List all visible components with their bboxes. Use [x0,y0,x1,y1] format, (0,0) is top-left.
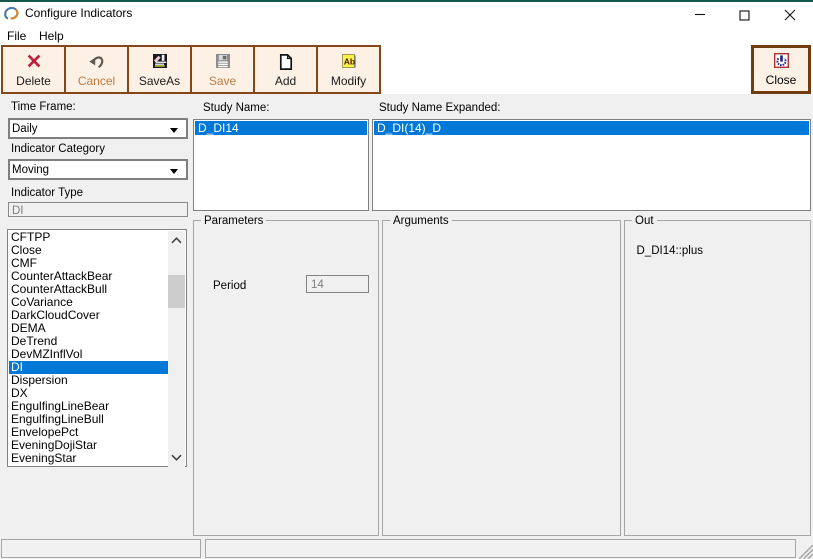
svg-text:Ab: Ab [343,56,354,66]
